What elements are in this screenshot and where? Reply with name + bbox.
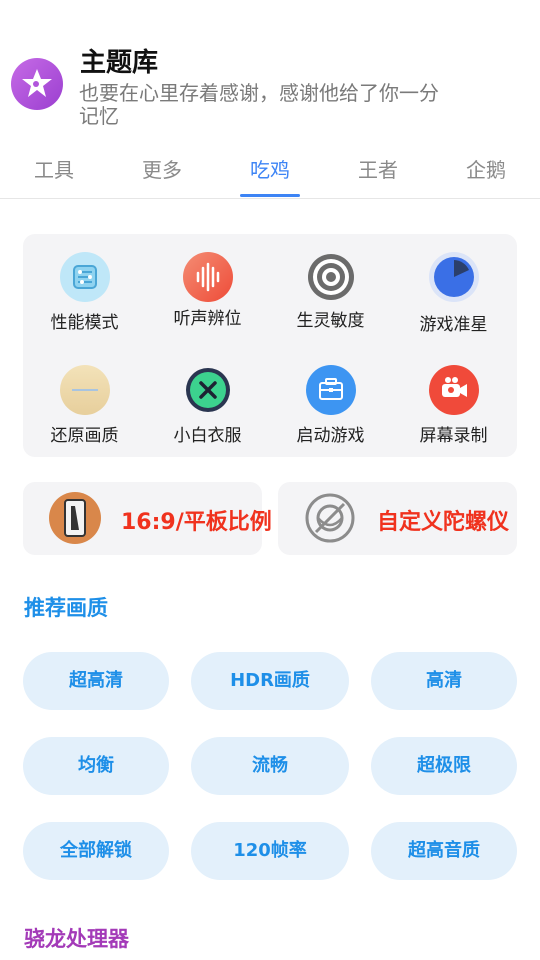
tool-label: 生灵敏度	[296, 311, 365, 331]
close-circle-icon	[183, 365, 233, 415]
quality-option[interactable]: 均衡	[23, 737, 169, 795]
tablet-ratio-icon	[49, 492, 101, 544]
tool-label: 还原画质	[50, 426, 119, 446]
active-tab-indicator	[240, 194, 300, 197]
target-icon	[306, 252, 356, 302]
page-title: 主题库	[80, 48, 159, 78]
tools-card: 性能模式 听声辨位 生灵敏度 游戏准星 还原画质 小白衣服 启动游戏 屏幕录制	[23, 234, 517, 457]
quality-option[interactable]: 全部解锁	[23, 822, 169, 880]
star-icon	[22, 69, 52, 97]
quality-option[interactable]: 120帧率	[191, 822, 349, 880]
feature-label: 自定义陀螺仪	[377, 510, 510, 535]
quality-option[interactable]: 高清	[371, 652, 517, 710]
page-subtitle: 也要在心里存着感谢，感谢他给了你一分记忆	[79, 81, 439, 128]
tool-label: 屏幕录制	[419, 426, 488, 446]
tool-screen-record[interactable]: 屏幕录制	[392, 365, 515, 446]
app-logo	[11, 58, 63, 110]
sound-wave-icon	[182, 252, 233, 302]
app-header: 主题库 也要在心里存着感谢，感谢他给了你一分记忆	[0, 0, 540, 145]
tool-label: 听声辨位	[173, 309, 242, 329]
quality-option[interactable]: 超极限	[371, 737, 517, 795]
tool-performance-mode[interactable]: 性能模式	[23, 252, 146, 333]
feature-gyroscope[interactable]: 自定义陀螺仪	[278, 482, 517, 555]
feature-label: 16:9/平板比例	[121, 510, 272, 535]
briefcase-icon	[305, 365, 356, 415]
video-record-icon	[428, 365, 479, 415]
tab-penguin[interactable]: 企鹅	[432, 154, 540, 183]
tab-pubg[interactable]: 吃鸡	[216, 154, 324, 183]
tab-honor-of-kings[interactable]: 王者	[324, 154, 432, 183]
tool-crosshair[interactable]: 游戏准星	[392, 252, 515, 335]
tool-label: 小白衣服	[173, 426, 242, 446]
tool-sensitivity[interactable]: 生灵敏度	[269, 252, 392, 331]
section-title-quality: 推荐画质	[24, 596, 108, 620]
tool-restore-quality[interactable]: 还原画质	[23, 365, 146, 446]
quality-option[interactable]: 超高音质	[371, 822, 517, 880]
tool-label: 启动游戏	[296, 426, 365, 446]
quality-option[interactable]: 流畅	[191, 737, 349, 795]
tool-label: 游戏准星	[419, 315, 488, 335]
tool-white-clothes[interactable]: 小白衣服	[146, 365, 269, 446]
tab-more[interactable]: 更多	[108, 154, 216, 183]
tool-label: 性能模式	[50, 313, 119, 333]
crosshair-pie-icon	[428, 252, 479, 302]
tab-tools[interactable]: 工具	[0, 154, 108, 183]
tool-launch-game[interactable]: 启动游戏	[269, 365, 392, 446]
quality-option[interactable]: 超高清	[23, 652, 169, 710]
chip-icon	[59, 252, 110, 302]
tool-sound-position[interactable]: 听声辨位	[146, 252, 269, 329]
restore-icon	[59, 365, 110, 415]
feature-tablet-ratio[interactable]: 16:9/平板比例	[23, 482, 272, 555]
quality-option[interactable]: HDR画质	[191, 652, 349, 710]
tab-bar: 工具 更多 吃鸡 王者 企鹅	[0, 145, 540, 199]
gyroscope-icon	[304, 492, 356, 544]
section-title-processor: 骁龙处理器	[24, 927, 129, 951]
